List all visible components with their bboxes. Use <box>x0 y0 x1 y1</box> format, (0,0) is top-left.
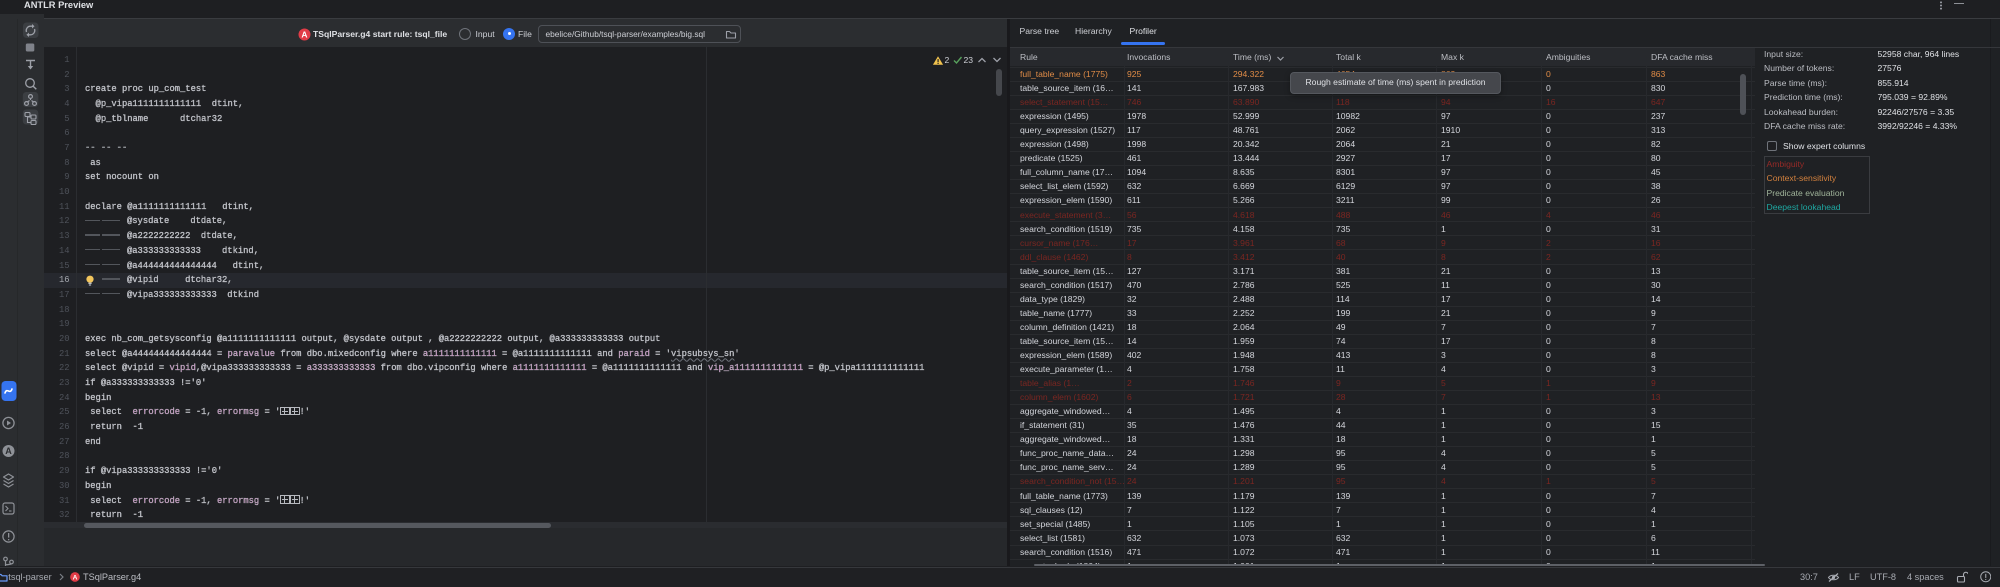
svg-text:A: A <box>72 575 77 582</box>
